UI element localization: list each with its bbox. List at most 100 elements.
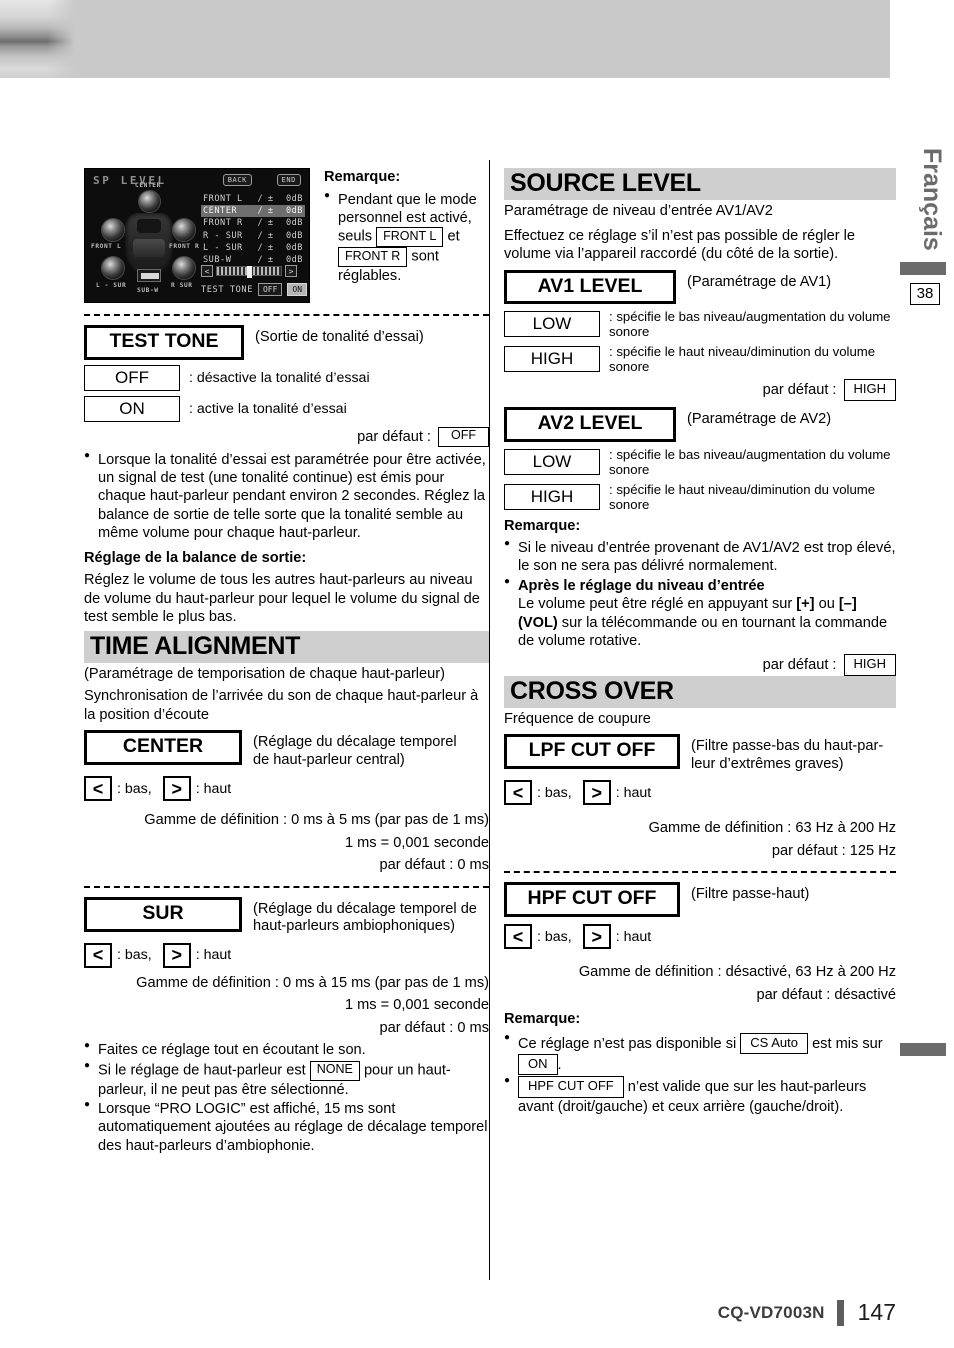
option-on-button[interactable]: ON <box>84 395 180 422</box>
hpf-cut-off-button[interactable]: HPF CUT OFF <box>504 882 680 918</box>
test-tone-bullet: Lorsque la tonalité d’essai est paramétr… <box>98 451 486 542</box>
slider-left-arrow-icon[interactable]: < <box>201 265 213 277</box>
sp-level-row[interactable]: R - SUR / ± 0dB <box>201 230 305 242</box>
speaker-l-sur-icon[interactable] <box>102 257 124 279</box>
sp-level-row[interactable]: CENTER / ± 0dB <box>201 205 305 218</box>
ta-note-3: Lorsque “PRO LOGIC” est affiché, 15 ms s… <box>98 1100 488 1154</box>
av1-level-button[interactable]: AV1 LEVEL <box>504 269 676 305</box>
arrow-left-icon[interactable]: < <box>84 942 112 968</box>
speaker-center-icon[interactable] <box>139 191 160 212</box>
top-note-block: Remarque: Pendant que le mode personnel … <box>324 168 484 286</box>
source-level-notes: Si le niveau d’entrée provenant de AV1/A… <box>504 538 896 650</box>
speaker-front-l-icon[interactable] <box>102 219 124 241</box>
default-label: par défaut : <box>762 656 837 673</box>
ta-note-1: Faites ce réglage tout en écoutant le so… <box>98 1042 366 1059</box>
speaker-r-sur-icon[interactable] <box>173 257 195 279</box>
default-value-box: OFF <box>438 426 489 447</box>
lpf-cut-off-button[interactable]: LPF CUT OFF <box>504 734 680 769</box>
divider-dotted <box>84 885 489 888</box>
sp-level-row-sign: ± <box>267 230 274 241</box>
av2-option-high: HIGH : spécifie le haut niveau/diminutio… <box>504 482 896 512</box>
sp-back-button[interactable]: BACK <box>222 174 252 186</box>
arrow-left-icon[interactable]: < <box>504 924 532 950</box>
sp-test-tone-on-button[interactable]: ON <box>287 283 308 296</box>
arrow-left-desc: : bas, <box>537 928 572 945</box>
test-tone-button[interactable]: TEST TONE <box>84 325 244 360</box>
source-level-intro: Effectuez ce réglage s’il n’est pas poss… <box>504 227 855 263</box>
time-alignment-section-heading: TIME ALIGNMENT <box>84 630 489 663</box>
page-header-band <box>0 0 890 78</box>
top-note-line3-pre: seuls <box>338 228 373 245</box>
speaker-subwoofer-icon[interactable] <box>137 269 161 282</box>
sp-level-row-value: 0dB <box>285 218 303 229</box>
av1-high-button[interactable]: HIGH <box>504 346 600 373</box>
sur-unit: 1 ms = 0,001 seconde <box>344 997 489 1014</box>
lpf-desc-line2: leur d’extrêmes graves) <box>691 755 844 772</box>
sur-arrow-controls: < : bas, > : haut <box>84 942 489 968</box>
sp-level-row-slash: / <box>257 242 264 253</box>
av1-level-desc: (Paramétrage de AV1) <box>687 273 832 290</box>
none-key: NONE <box>309 1060 360 1081</box>
sp-level-row[interactable]: L - SUR / ± 0dB <box>201 242 305 254</box>
center-unit: 1 ms = 0,001 seconde <box>344 834 489 851</box>
sp-test-tone-off-button[interactable]: OFF <box>257 283 283 296</box>
av2-high-button[interactable]: HIGH <box>504 483 600 510</box>
cross-over-subtitle: Fréquence de coupure <box>504 710 651 727</box>
sp-level-row-sign: ± <box>267 218 274 229</box>
arrow-right-icon[interactable]: > <box>162 776 191 802</box>
co-note-1-post: . <box>557 1056 562 1073</box>
sl-note-2-or: ou <box>814 596 839 613</box>
sur-default: par défaut : 0 ms <box>379 1019 489 1036</box>
test-tone-option-off: OFF : désactive la tonalité d’essai <box>84 364 489 391</box>
sur-button[interactable]: SUR <box>84 896 242 932</box>
speaker-front-r-label: FRONT R <box>169 243 200 250</box>
av1-level-item: AV1 LEVEL (Paramétrage de AV1) <box>504 269 896 305</box>
hpf-default: par défaut : désactivé <box>756 986 896 1003</box>
arrow-right-desc: : haut <box>195 780 232 797</box>
lpf-desc-line1: (Filtre passe-bas du haut-par- <box>691 738 884 755</box>
cross-over-section-heading: CROSS OVER <box>504 675 896 708</box>
center-desc: (Réglage du décalage temporel de haut-pa… <box>253 730 457 769</box>
top-note-line4-post: sont <box>411 248 439 265</box>
source-level-section-heading: SOURCE LEVEL <box>504 168 896 200</box>
av2-low-button[interactable]: LOW <box>504 448 600 475</box>
speaker-front-r-icon[interactable] <box>173 219 195 241</box>
lpf-arrow-controls: < : bas, > : haut <box>504 780 896 806</box>
sp-level-row[interactable]: FRONT R / ± 0dB <box>201 217 305 229</box>
arrow-left-icon[interactable]: < <box>84 776 112 802</box>
av2-level-button[interactable]: AV2 LEVEL <box>504 406 676 442</box>
option-off-button[interactable]: OFF <box>84 364 180 391</box>
slider-right-arrow-icon[interactable]: > <box>285 265 297 277</box>
speaker-subwoofer-label: SUB-W <box>137 287 159 294</box>
arrow-right-icon[interactable]: > <box>582 924 611 950</box>
front-r-key: FRONT R <box>338 247 408 267</box>
front-l-key: FRONT L <box>376 227 444 248</box>
test-tone-option-on: ON : active la tonalité d’essai <box>84 395 489 422</box>
center-button[interactable]: CENTER <box>84 730 242 766</box>
sp-level-slider[interactable]: < > <box>201 265 297 278</box>
arrow-left-icon[interactable]: < <box>504 780 532 806</box>
sp-level-row-name: R - SUR <box>203 230 243 241</box>
slider-knob[interactable] <box>247 266 252 278</box>
sp-level-row-slash: / <box>257 206 264 217</box>
arrow-right-icon[interactable]: > <box>162 942 191 968</box>
sp-end-button[interactable]: END <box>276 174 301 186</box>
sur-desc-line2: haut-parleurs ambiophoniques) <box>253 918 456 935</box>
center-range: Gamme de définition : 0 ms à 5 ms (par p… <box>144 812 489 829</box>
sp-level-row[interactable]: FRONT L / ± 0dB <box>201 193 305 205</box>
arrow-right-icon[interactable]: > <box>582 780 611 806</box>
sp-level-row-sign: ± <box>267 194 274 204</box>
language-tab: Français <box>918 148 946 251</box>
slider-track[interactable] <box>216 266 282 278</box>
time-alignment-subtitle: (Paramétrage de temporisation de chaque … <box>84 665 445 682</box>
source-level-subtitle: Paramétrage de niveau d’entrée AV1/AV2 <box>504 203 773 219</box>
list-item: Pendant que le mode personnel est activé… <box>324 190 484 286</box>
top-note-list: Pendant que le mode personnel est activé… <box>324 190 484 286</box>
left-column: SP LEVEL BACK END CENTER FRONT L FRONT R… <box>84 168 489 1156</box>
lpf-default: par défaut : 125 Hz <box>771 842 896 859</box>
test-tone-notes: Lorsque la tonalité d’essai est paramétr… <box>84 450 489 543</box>
av2-low-desc: : spécifie le bas niveau/augmentation du… <box>609 446 891 477</box>
speaker-front-l-label: FRONT L <box>91 243 122 250</box>
source-level-default-line: par défaut : HIGH <box>504 654 896 676</box>
av1-low-button[interactable]: LOW <box>504 311 600 338</box>
